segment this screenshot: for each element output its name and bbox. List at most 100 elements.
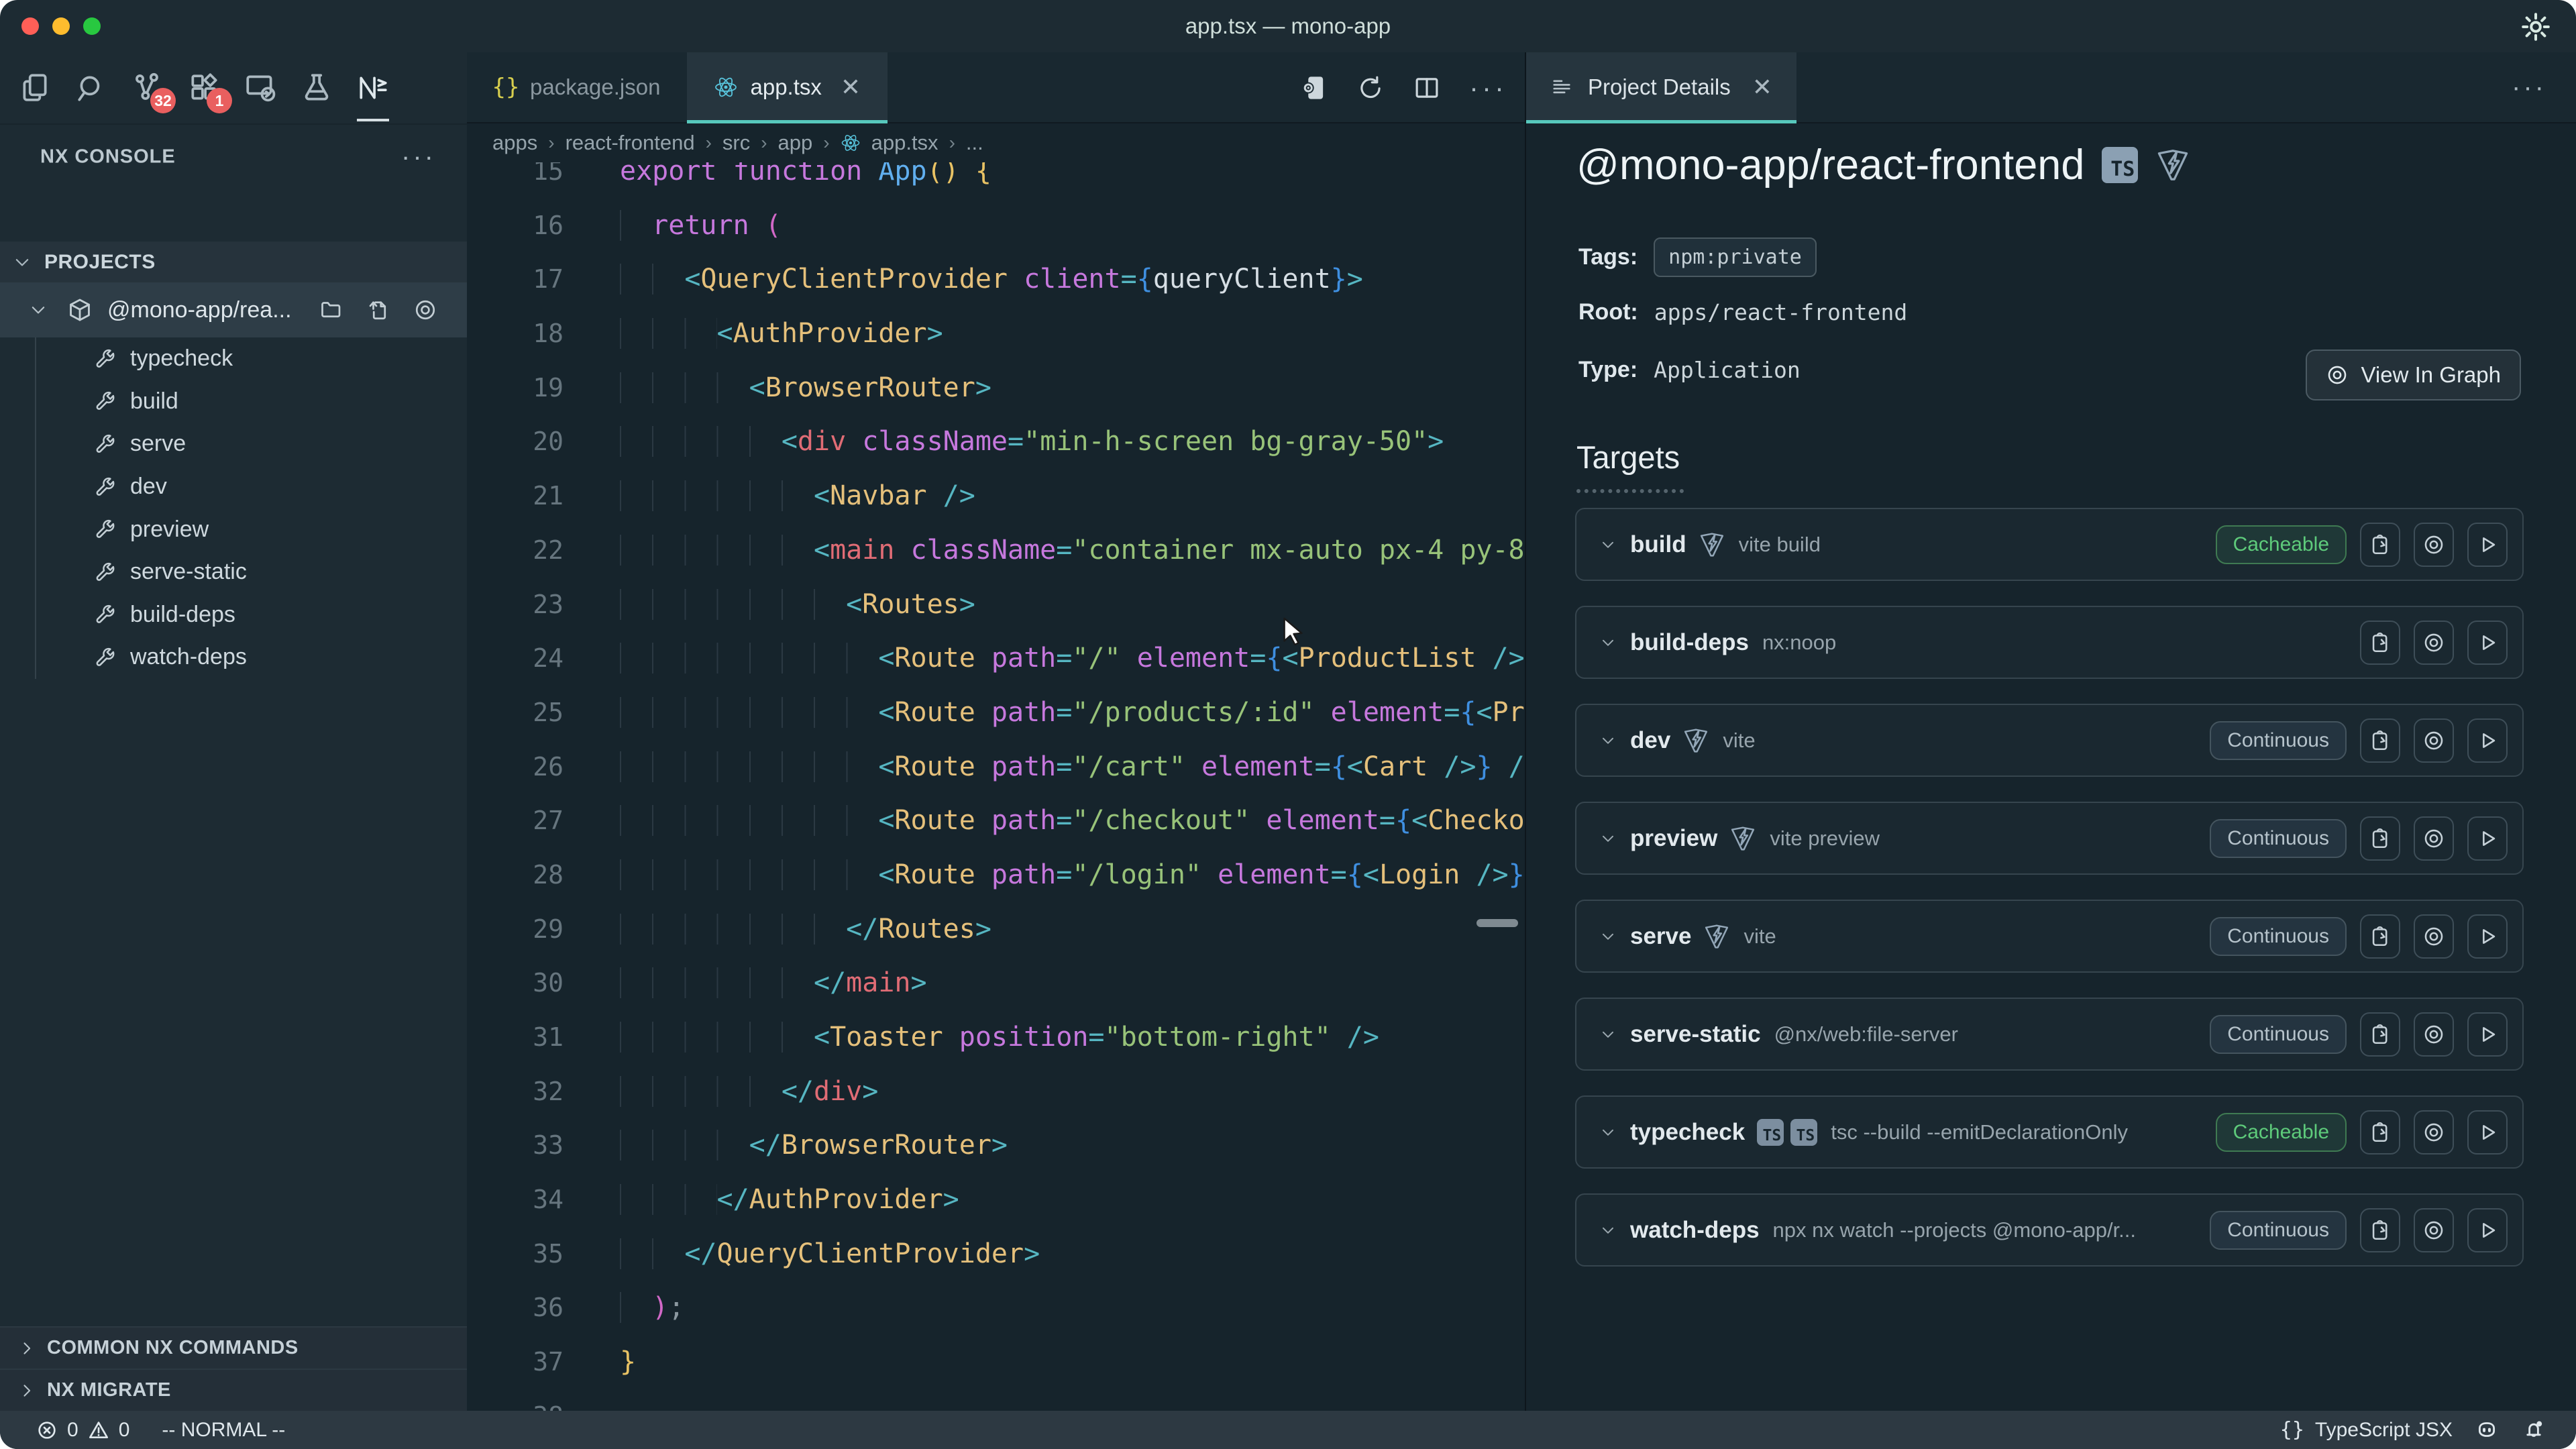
code-line[interactable]: 25 <Route path="/products/:id" element={… [467,686,1525,740]
view-in-graph-button[interactable]: View In Graph [2306,350,2521,400]
remote-explorer-icon[interactable] [241,69,279,107]
breadcrumb-item[interactable]: src [722,131,750,155]
bullseye-button[interactable] [2414,1012,2454,1057]
more-actions-icon[interactable]: ··· [1469,72,1507,104]
breadcrumb-item[interactable]: react-frontend [566,131,695,155]
code-line[interactable]: 30 </main> [467,956,1525,1010]
code-line[interactable]: 18 <AuthProvider> [467,307,1525,361]
chevron-down-icon[interactable] [1599,1222,1617,1239]
bullseye-button[interactable] [2414,1110,2454,1155]
clipboard-button[interactable] [2360,816,2400,861]
notifications-bell-icon[interactable] [2522,1418,2546,1442]
code-line[interactable]: 38 [467,1389,1525,1411]
search-icon[interactable] [72,69,110,107]
target-card-serve-static[interactable]: serve-static@nx/web:file-serverContinuou… [1575,998,2524,1071]
code-line[interactable]: 31 <Toaster position="bottom-right" /> [467,1010,1525,1065]
code-line[interactable]: 35 </QueryClientProvider> [467,1227,1525,1281]
chevron-down-icon[interactable] [1599,732,1617,749]
bullseye-button[interactable] [2414,718,2454,763]
sidebar-section-common-nx-commands[interactable]: COMMON NX COMMANDS [0,1326,467,1368]
target-card-preview[interactable]: previewvite previewContinuous [1575,802,2524,875]
tab-project-details[interactable]: Project Details ✕ [1526,52,1796,122]
play-button[interactable] [2467,718,2508,763]
breadcrumb-item[interactable]: ... [966,131,983,155]
code-line[interactable]: 26 <Route path="/cart" element={<Cart />… [467,740,1525,794]
panel-more-actions-icon[interactable]: ··· [2512,72,2546,103]
sidebar-target-build-deps[interactable]: build-deps [0,594,467,637]
target-card-dev[interactable]: devviteContinuous [1575,704,2524,777]
chevron-down-icon[interactable] [1599,536,1617,553]
split-editor-icon[interactable] [1413,74,1441,102]
testing-icon[interactable] [298,69,335,107]
sidebar-target-watch-deps[interactable]: watch-deps [0,636,467,679]
sidebar-target-serve[interactable]: serve [0,423,467,466]
clipboard-button[interactable] [2360,1208,2400,1252]
bullseye-button[interactable] [2414,523,2454,567]
nx-console-icon[interactable] [354,69,392,107]
refresh-icon[interactable] [1356,74,1385,102]
tab-package-json[interactable]: {} package.json [467,52,687,122]
minimize-window-button[interactable] [52,17,70,35]
sidebar-target-preview[interactable]: preview [0,508,467,551]
sidebar-target-dev[interactable]: dev [0,466,467,508]
clipboard-button[interactable] [2360,718,2400,763]
clipboard-button[interactable] [2360,621,2400,665]
target-card-watch-deps[interactable]: watch-depsnpx nx watch --projects @mono-… [1575,1193,2524,1267]
target-card-build-deps[interactable]: build-depsnx:noop [1575,606,2524,679]
play-button[interactable] [2467,816,2508,861]
close-window-button[interactable] [21,17,39,35]
target-card-serve[interactable]: serveviteContinuous [1575,900,2524,973]
language-mode[interactable]: {} TypeScript JSX [2280,1418,2453,1442]
breadcrumb[interactable]: apps›react-frontend›src›app›app.tsx›... [467,123,1525,162]
code-line[interactable]: 28 <Route path="/login" element={<Login … [467,848,1525,902]
breadcrumb-item[interactable]: app.tsx [871,131,938,155]
files-icon[interactable] [16,69,54,107]
code-line[interactable]: 20 <div className="min-h-screen bg-gray-… [467,415,1525,469]
code-line[interactable]: 27 <Route path="/checkout" element={<Che… [467,794,1525,848]
clipboard-button[interactable] [2360,1012,2400,1057]
breadcrumb-item[interactable]: apps [492,131,537,155]
code-line[interactable]: 19 <BrowserRouter> [467,361,1525,415]
chevron-down-icon[interactable] [1599,928,1617,945]
folder-icon[interactable] [319,298,343,322]
code-line[interactable]: 36 ); [467,1281,1525,1335]
code-line[interactable]: 37} [467,1335,1525,1389]
code-line[interactable]: 21 <Navbar /> [467,469,1525,523]
play-button[interactable] [2467,1208,2508,1252]
sidebar-target-serve-static[interactable]: serve-static [0,551,467,594]
clipboard-button[interactable] [2360,914,2400,959]
bullseye-button[interactable] [2414,621,2454,665]
source-control-icon[interactable]: 32 [129,69,166,107]
code-line[interactable]: 24 <Route path="/" element={<ProductList… [467,631,1525,686]
close-panel-icon[interactable]: ✕ [1752,73,1772,101]
settings-gear-icon[interactable] [2520,11,2552,43]
code-line[interactable]: 22 <main className="container mx-auto px… [467,523,1525,578]
problems-indicator[interactable]: 0 0 [36,1419,129,1442]
target-card-build[interactable]: buildvite buildCacheable [1575,508,2524,581]
close-tab-icon[interactable]: ✕ [841,73,861,101]
sidebar-target-typecheck[interactable]: typecheck [0,337,467,380]
clipboard-button[interactable] [2360,523,2400,567]
bullseye-button[interactable] [2414,1208,2454,1252]
copilot-icon[interactable] [2475,1418,2500,1442]
sidebar-target-build[interactable]: build [0,380,467,423]
play-button[interactable] [2467,523,2508,567]
sidebar-more-actions-icon[interactable]: ··· [401,142,436,172]
code-line[interactable]: 34 </AuthProvider> [467,1173,1525,1227]
horizontal-scrollbar-handle[interactable] [1477,919,1518,927]
chevron-down-icon[interactable] [1599,830,1617,847]
chevron-down-icon[interactable] [1599,1124,1617,1141]
bullseye-button[interactable] [2414,816,2454,861]
play-button[interactable] [2467,621,2508,665]
code-area[interactable]: 15export function App() {16 return (17 <… [467,144,1525,1411]
bullseye-button[interactable] [2414,914,2454,959]
vim-mode-indicator[interactable]: -- NORMAL -- [162,1419,285,1442]
run-file-icon[interactable] [1300,74,1328,102]
tab-app-tsx[interactable]: app.tsx ✕ [687,52,888,122]
code-line[interactable]: 32 </div> [467,1065,1525,1119]
code-line[interactable]: 23 <Routes> [467,578,1525,632]
bullseye-icon[interactable] [413,298,437,322]
chevron-down-icon[interactable] [1599,634,1617,651]
sidebar-section-nx-migrate[interactable]: NX MIGRATE [0,1368,467,1411]
chevron-down-icon[interactable] [1599,1026,1617,1043]
